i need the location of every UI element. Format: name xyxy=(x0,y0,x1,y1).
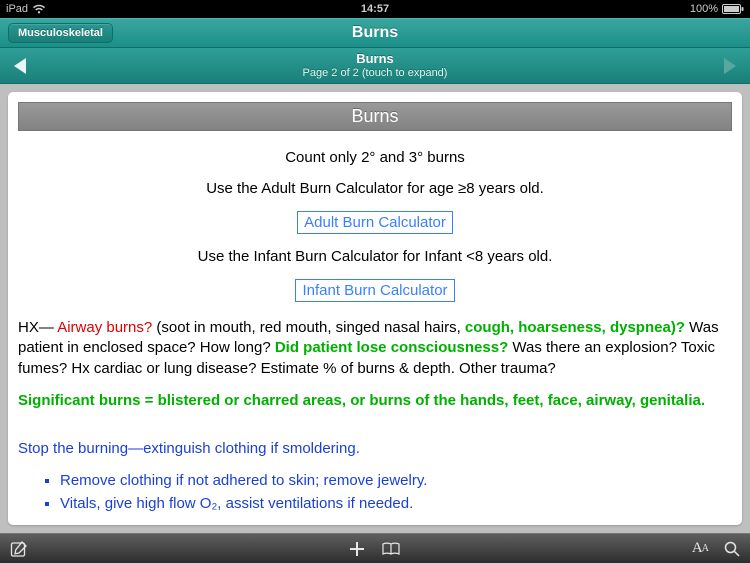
significant-burns: Significant burns = blistered or charred… xyxy=(18,391,732,411)
pager-center[interactable]: Burns Page 2 of 2 (touch to expand) xyxy=(303,52,448,80)
infant-burn-calculator-link[interactable]: Infant Burn Calculator xyxy=(295,279,454,302)
bottom-toolbar: AA xyxy=(0,533,750,563)
clock: 14:57 xyxy=(361,3,389,15)
nav-title: Burns xyxy=(352,24,398,42)
hx-loc: Did patient lose consciousness? xyxy=(275,339,508,356)
prev-page-arrow[interactable] xyxy=(14,58,26,74)
search-icon[interactable] xyxy=(724,541,740,557)
page-header: Burns xyxy=(18,102,732,131)
font-size-icon[interactable]: AA xyxy=(692,540,708,557)
body-text: HX— Airway burns? (soot in mouth, red mo… xyxy=(18,318,732,514)
content-area: Burns Count only 2° and 3° burns Use the… xyxy=(0,84,750,533)
add-icon[interactable] xyxy=(349,541,365,557)
status-bar: iPad 14:57 100% xyxy=(0,0,750,18)
intro-line-1: Count only 2° and 3° burns xyxy=(18,149,732,166)
content-card[interactable]: Burns Count only 2° and 3° burns Use the… xyxy=(8,92,742,525)
intro-line-2: Use the Adult Burn Calculator for age ≥8… xyxy=(18,180,732,197)
list-item: Remove clothing if not adhered to skin; … xyxy=(60,471,732,491)
hx-label: HX— xyxy=(18,319,54,336)
compose-icon[interactable] xyxy=(10,540,28,558)
back-button[interactable]: Musculoskeletal xyxy=(8,23,113,43)
nav-bar: Musculoskeletal Burns xyxy=(0,18,750,48)
action-list: Remove clothing if not adhered to skin; … xyxy=(44,471,732,514)
next-page-arrow[interactable] xyxy=(724,58,736,74)
intro-block: Count only 2° and 3° burns Use the Adult… xyxy=(18,149,732,302)
wifi-icon xyxy=(32,4,46,14)
hx-paragraph: HX— Airway burns? (soot in mouth, red mo… xyxy=(18,318,732,379)
battery-percentage: 100% xyxy=(690,3,718,15)
book-icon[interactable] xyxy=(381,541,401,557)
hx-airway: Airway burns? xyxy=(57,319,152,336)
device-label: iPad xyxy=(6,3,28,15)
adult-burn-calculator-link[interactable]: Adult Burn Calculator xyxy=(297,211,453,234)
pager-title: Burns xyxy=(303,52,448,67)
list-item: Vitals, give high flow O₂, assist ventil… xyxy=(60,494,732,514)
pager-bar[interactable]: Burns Page 2 of 2 (touch to expand) xyxy=(0,48,750,84)
intro-line-3: Use the Infant Burn Calculator for Infan… xyxy=(18,248,732,265)
hx-text-1: (soot in mouth, red mouth, singed nasal … xyxy=(156,319,460,336)
battery-icon xyxy=(722,4,744,14)
hx-symptoms: cough, hoarseness, dyspnea)? xyxy=(465,319,685,336)
pager-subtitle: Page 2 of 2 (touch to expand) xyxy=(303,67,448,80)
stop-burning: Stop the burning—extinguish clothing if … xyxy=(18,439,732,459)
